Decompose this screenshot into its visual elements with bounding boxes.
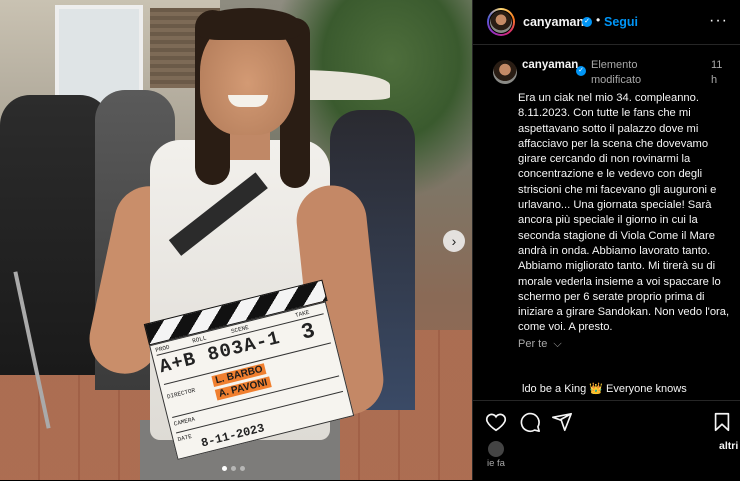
post-side-panel: canyaman ✓ • Segui ··· canyaman ✓ Elemen…: [472, 0, 740, 480]
carousel-dots: [222, 466, 245, 471]
more-options-icon[interactable]: ···: [709, 12, 728, 30]
clap-take-value: 3: [298, 318, 319, 346]
carousel-next-button[interactable]: ›: [443, 230, 465, 252]
follow-button[interactable]: Segui: [604, 15, 638, 29]
photo-hair: [198, 8, 300, 40]
heart-icon[interactable]: [485, 411, 507, 433]
clap-director-label: DIRECTOR: [166, 386, 196, 401]
verified-icon: ✓: [582, 17, 592, 27]
bookmark-icon[interactable]: [711, 411, 733, 433]
likes-subtext: ie fa: [487, 458, 505, 469]
carousel-dot: [222, 466, 227, 471]
carousel-dot: [231, 466, 236, 471]
avatar[interactable]: [487, 8, 515, 36]
translate-toggle[interactable]: Per te ⌵: [518, 338, 562, 351]
caption-avatar[interactable]: [493, 60, 517, 84]
share-icon[interactable]: [551, 411, 573, 433]
caption: canyaman ✓ Elemento modificato 11 h Era …: [473, 44, 740, 400]
translate-label: Per te: [518, 338, 548, 350]
instagram-post-view: PROD ROLL SCENE TAKE A+B 803A-1 3 DIRECT…: [0, 0, 740, 480]
carousel-dot: [240, 466, 245, 471]
post-photo[interactable]: PROD ROLL SCENE TAKE A+B 803A-1 3 DIRECT…: [0, 0, 472, 480]
song-label[interactable]: ldo be a King 👑 Everyone knows: [522, 382, 687, 395]
liker-avatar[interactable]: [487, 440, 505, 458]
photo-smile: [228, 95, 268, 107]
post-header: canyaman ✓ • Segui ···: [473, 0, 740, 45]
likes-others-label[interactable]: altri: [719, 440, 738, 452]
chevron-down-icon: ⌵: [553, 338, 562, 350]
avatar-image: [489, 10, 513, 34]
caption-username[interactable]: canyaman: [522, 58, 578, 73]
edited-label: Elemento modificato: [591, 59, 642, 86]
caption-time: 11 h: [711, 59, 723, 86]
separator-dot: •: [596, 13, 601, 27]
clap-camera-label: CAMERA: [173, 415, 196, 428]
caption-text: Era un ciak nel mio 34. compleanno. 8.11…: [518, 92, 730, 334]
header-username[interactable]: canyaman: [523, 15, 584, 29]
clap-date-label: DATE: [176, 432, 193, 444]
action-bar: [473, 400, 740, 481]
verified-icon: ✓: [576, 66, 586, 76]
comment-icon[interactable]: [519, 411, 541, 433]
